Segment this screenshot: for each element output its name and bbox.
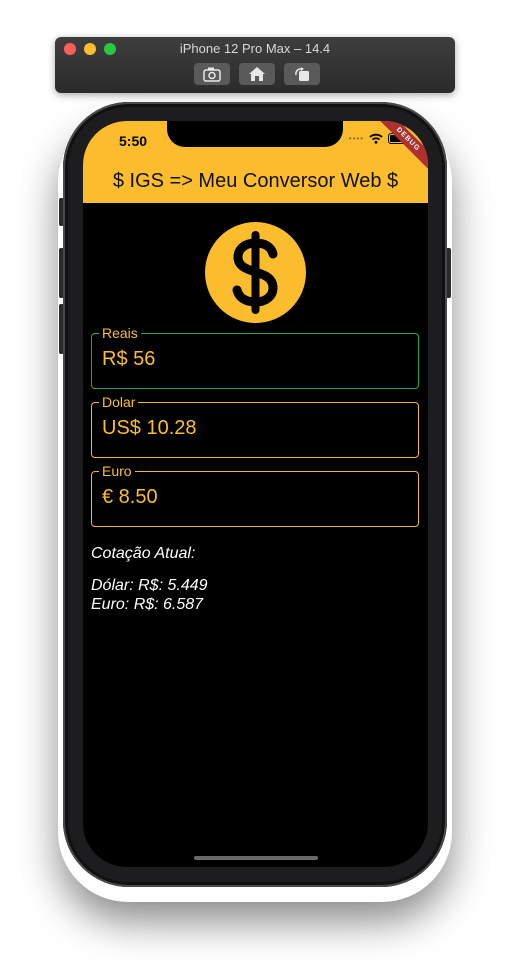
- dolar-quote: Dólar: R$: 5.449: [91, 577, 208, 594]
- simulator-title-bar: iPhone 12 Pro Max – 14.4: [55, 37, 455, 93]
- reais-label: Reais: [99, 325, 141, 341]
- debug-banner: DEBUG: [373, 121, 428, 174]
- camera-icon: [203, 67, 221, 82]
- dolar-field[interactable]: Dolar US$ 10.28: [91, 394, 419, 458]
- home-icon: [249, 67, 265, 81]
- reais-field[interactable]: Reais R$ 56: [91, 325, 419, 389]
- dolar-label: Dolar: [99, 394, 139, 410]
- dollar-coin-icon: [205, 222, 306, 323]
- euro-input[interactable]: € 8.50: [102, 486, 158, 509]
- reais-input[interactable]: R$ 56: [102, 348, 155, 371]
- euro-field[interactable]: Euro € 8.50: [91, 463, 419, 527]
- euro-quote: Euro: R$: 6.587: [91, 596, 204, 613]
- rotate-icon: [295, 67, 309, 81]
- simulator-title: iPhone 12 Pro Max – 14.4: [179, 41, 331, 56]
- phone-screen: 5:50 •••• DEBUG $ IGS => Meu Conversor W…: [83, 121, 428, 867]
- euro-label: Euro: [99, 463, 135, 479]
- wifi-icon: [369, 133, 383, 144]
- home-button[interactable]: [239, 63, 275, 85]
- notch: [167, 121, 343, 147]
- quote-heading: Cotação Atual:: [91, 545, 196, 562]
- status-time: 5:50: [119, 133, 148, 149]
- signal-icon: ••••: [348, 134, 364, 143]
- app-title: $ IGS => Meu Conversor Web $: [112, 170, 399, 192]
- dolar-input[interactable]: US$ 10.28: [102, 417, 197, 440]
- screenshot-button[interactable]: [194, 63, 230, 85]
- home-indicator[interactable]: [194, 856, 318, 860]
- rotate-button[interactable]: [284, 63, 320, 85]
